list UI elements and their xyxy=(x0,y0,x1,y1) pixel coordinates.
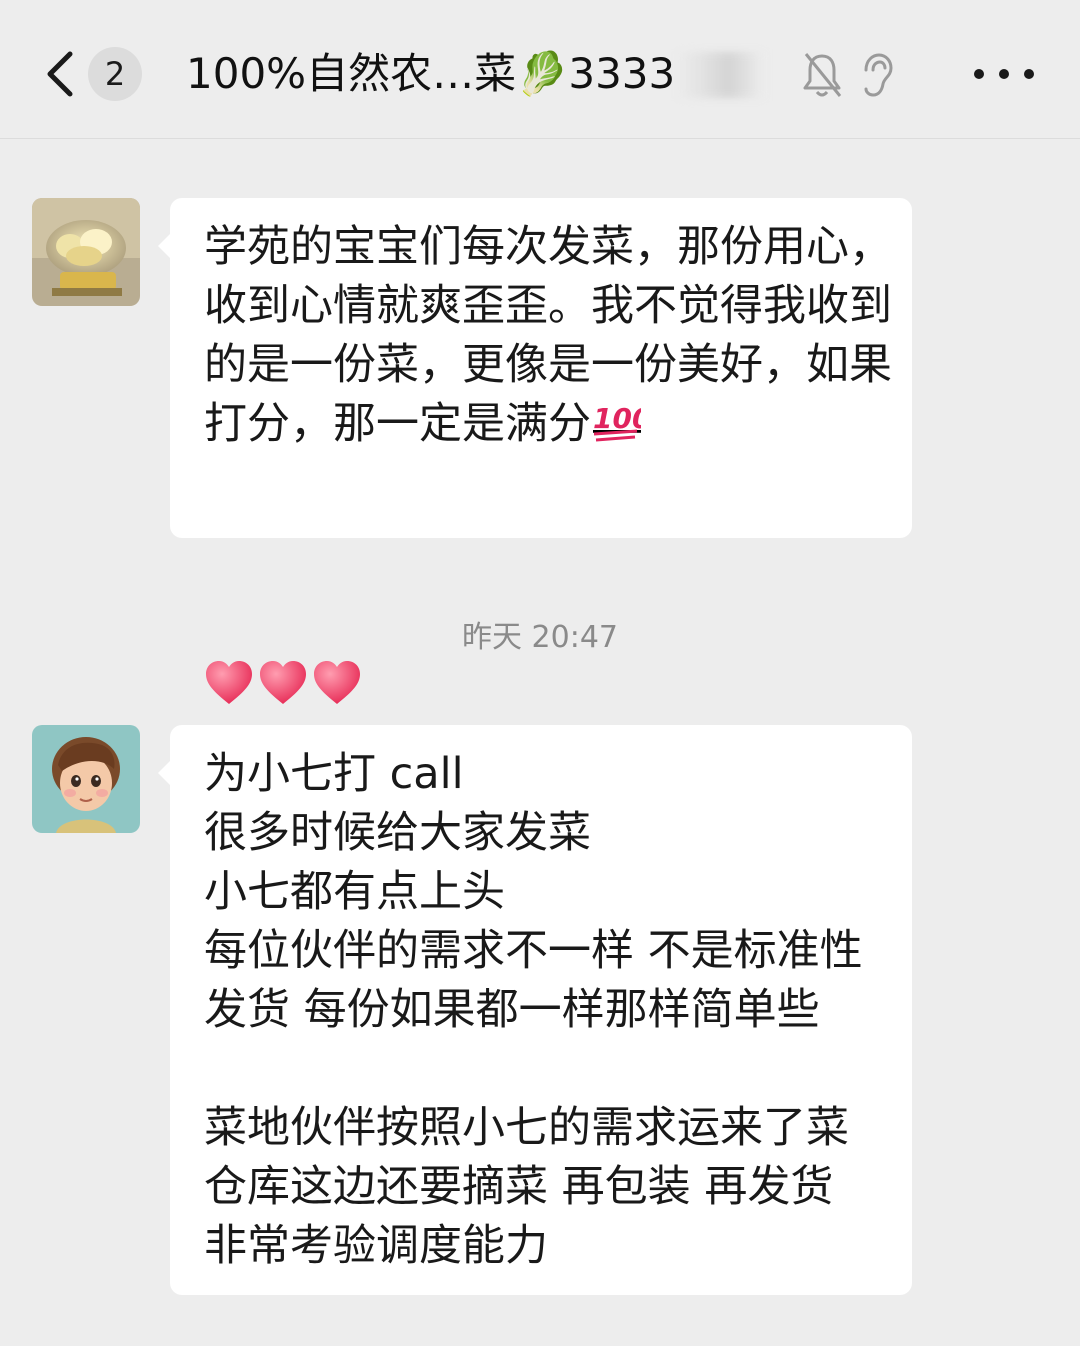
heart-icon xyxy=(206,661,252,704)
message-text-1: 学苑的宝宝们每次发菜，那份用心，收到心情就爽歪歪。我不觉得我收到的是一份菜，更像… xyxy=(204,218,894,454)
message-body: 学苑的宝宝们每次发菜，那份用心，收到心情就爽歪歪。我不觉得我收到的是一份菜，更像… xyxy=(204,222,892,449)
message-bubble-2[interactable]: 为小七打 call 很多时候给大家发菜 小七都有点上头每位伙伴的需求不一样 不是标准… xyxy=(158,725,912,1295)
message-line: 非常考验调度能力 xyxy=(204,1221,548,1271)
message-timestamp: 昨天 20:47 xyxy=(462,620,618,655)
message-line: 菜地伙伴按照小七的需求运来了菜 xyxy=(204,1103,849,1153)
message-line: 发货 每份如果都一样那样简单些 xyxy=(204,985,820,1035)
jade-flower-avatar xyxy=(32,198,140,306)
mute-bell-icon xyxy=(803,53,842,97)
message-text-2: 为小七打 call 很多时候给大家发菜 小七都有点上头每位伙伴的需求不一样 不是标准… xyxy=(204,745,894,1276)
back-icon xyxy=(47,51,73,97)
message-line: 小七都有点上头 xyxy=(204,867,505,917)
cartoon-girl-avatar xyxy=(32,725,140,833)
blurred-title-part xyxy=(676,52,764,98)
heart-icon xyxy=(260,661,306,704)
heart-emoji-row xyxy=(204,660,362,706)
ear-icon xyxy=(864,53,893,97)
chat-header: 2 100%自然农…菜🥬3333 xyxy=(0,0,1080,139)
back-button[interactable] xyxy=(36,44,86,104)
hundred-points-icon: 100 xyxy=(593,402,641,442)
chat-title[interactable]: 100%自然农…菜🥬3333 xyxy=(186,44,706,104)
unread-count-badge[interactable]: 2 xyxy=(88,47,142,101)
message-line: 每位伙伴的需求不一样 不是标准性 xyxy=(204,926,863,976)
heart-icon xyxy=(314,661,360,704)
more-icon xyxy=(974,69,984,79)
message-bubble-1[interactable]: 学苑的宝宝们每次发菜，那份用心，收到心情就爽歪歪。我不觉得我收到的是一份菜，更像… xyxy=(158,198,912,704)
message-line: 为小七打 call xyxy=(204,749,464,799)
message-line: 仓库这边还要摘菜 再包装 再发货 xyxy=(204,1162,834,1212)
sender-avatar-2[interactable] xyxy=(32,725,140,833)
sender-avatar-1[interactable] xyxy=(32,198,140,306)
more-button[interactable] xyxy=(974,44,1034,104)
message-line xyxy=(204,1040,894,1099)
message-line: 很多时候给大家发菜 xyxy=(204,808,591,858)
